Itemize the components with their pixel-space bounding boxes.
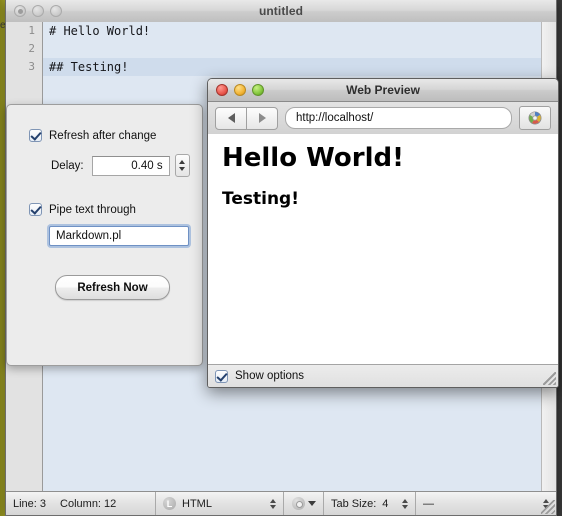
settings-menu-button[interactable] — [284, 492, 324, 515]
tab-size-value: 4 — [382, 497, 389, 510]
status-bar: Line: 3 Column: 12 L HTML Tab Size: 4 — — [6, 491, 556, 515]
arrow-left-icon — [227, 113, 235, 123]
line-number: 3 — [28, 60, 35, 73]
code-line[interactable]: # Hello World! — [43, 22, 542, 40]
web-preview-toolbar: http://localhost/ — [208, 102, 558, 135]
pipe-command-row[interactable]: Markdown.pl — [49, 226, 202, 246]
arrow-right-icon — [258, 113, 266, 123]
pipe-text-through-label: Pipe text through — [49, 203, 136, 216]
pipe-text-through-row[interactable]: Pipe text through — [29, 203, 202, 216]
tab-size-label: Tab Size: — [331, 497, 377, 510]
tab-size-selector[interactable]: Tab Size: 4 — [324, 492, 416, 515]
web-preview-traffic-lights — [216, 84, 264, 96]
chevron-updown-icon[interactable] — [270, 498, 276, 509]
web-preview-titlebar[interactable]: Web Preview — [208, 79, 558, 102]
show-options-label: Show options — [235, 370, 305, 382]
background-window-text-fragment: e — [0, 20, 6, 31]
url-input[interactable]: http://localhost/ — [285, 107, 512, 129]
pipe-command-input[interactable]: Markdown.pl — [49, 226, 189, 246]
delay-stepper[interactable] — [174, 154, 190, 177]
web-preview-content: Hello World! Testing! — [208, 134, 558, 365]
encoding-selector[interactable]: — — [416, 492, 556, 515]
window-resize-grip[interactable] — [541, 500, 555, 514]
encoding-value: — — [423, 497, 434, 510]
delay-input[interactable]: 0.40 s — [91, 155, 170, 176]
pipe-text-through-checkbox[interactable] — [29, 203, 42, 216]
web-preview-window: Web Preview http://localhost/ Hello Worl… — [207, 78, 559, 388]
editor-titlebar[interactable]: untitled — [6, 0, 556, 23]
gear-icon — [291, 497, 305, 510]
line-number: 1 — [28, 24, 35, 37]
zoom-button[interactable] — [252, 84, 264, 96]
language-selector[interactable]: L HTML — [156, 492, 284, 515]
line-number: 2 — [28, 42, 35, 55]
code-line[interactable] — [43, 40, 542, 58]
refresh-now-row: Refresh Now — [55, 275, 202, 300]
page-title: untitled — [258, 4, 304, 18]
status-position: Line: 3 Column: 12 — [6, 492, 156, 515]
language-label: HTML — [182, 497, 212, 510]
refresh-after-change-checkbox[interactable] — [29, 129, 42, 142]
language-icon: L — [163, 497, 176, 510]
close-button[interactable] — [14, 5, 26, 17]
refresh-now-button[interactable]: Refresh Now — [55, 275, 170, 300]
preview-heading-1: Hello World! — [222, 143, 404, 173]
options-panel: Refresh after change Delay: 0.40 s Pipe … — [6, 104, 203, 366]
minimize-button[interactable] — [234, 84, 246, 96]
web-preview-footer: Show options — [208, 365, 558, 387]
delay-row[interactable]: Delay: 0.40 s — [51, 154, 202, 177]
code-line-current[interactable]: ## Testing! — [43, 58, 542, 76]
preview-heading-2: Testing! — [222, 188, 299, 209]
navigation-buttons — [215, 106, 278, 130]
status-line-label: Line: 3 — [13, 497, 47, 510]
close-button[interactable] — [216, 84, 228, 96]
back-button[interactable] — [215, 106, 247, 130]
refresh-after-change-row[interactable]: Refresh after change — [29, 129, 202, 142]
chevron-down-icon — [307, 501, 316, 506]
zoom-button[interactable] — [50, 5, 62, 17]
web-preview-resize-grip[interactable] — [543, 372, 556, 385]
refresh-after-change-label: Refresh after change — [49, 129, 157, 142]
page-loading-icon — [528, 111, 542, 125]
forward-button[interactable] — [247, 106, 278, 130]
chevron-updown-icon[interactable] — [402, 498, 408, 509]
editor-traffic-lights — [14, 5, 62, 17]
reload-button[interactable] — [519, 106, 551, 130]
screen: untitled 1 2 3 # Hello World! ## Testing… — [0, 0, 562, 516]
show-options-checkbox[interactable] — [215, 369, 228, 383]
delay-label: Delay: — [51, 159, 84, 172]
status-column-label: Column: 12 — [60, 497, 117, 510]
minimize-button[interactable] — [32, 5, 44, 17]
